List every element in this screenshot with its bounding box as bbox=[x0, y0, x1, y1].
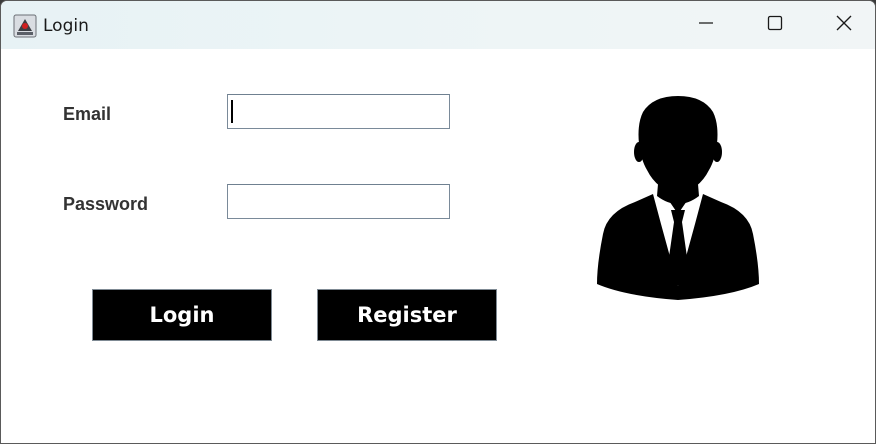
register-button[interactable]: Register bbox=[317, 289, 497, 341]
window-title: Login bbox=[43, 16, 89, 36]
password-label: Password bbox=[63, 194, 149, 214]
maximize-icon bbox=[767, 15, 783, 35]
maximize-button[interactable] bbox=[740, 1, 810, 49]
login-window: Login Email Password Login Register bbox=[0, 0, 876, 444]
close-icon bbox=[836, 15, 852, 35]
text-caret bbox=[231, 100, 233, 123]
title-bar[interactable]: Login bbox=[1, 1, 875, 49]
email-field[interactable] bbox=[227, 94, 450, 129]
user-avatar-icon bbox=[595, 94, 761, 304]
password-field[interactable] bbox=[227, 184, 450, 219]
minimize-button[interactable] bbox=[671, 1, 741, 49]
email-label: Email bbox=[63, 104, 112, 124]
close-button[interactable] bbox=[809, 1, 875, 49]
minimize-icon bbox=[698, 15, 714, 35]
java-cup-icon[interactable] bbox=[13, 14, 37, 38]
login-button[interactable]: Login bbox=[92, 289, 272, 341]
